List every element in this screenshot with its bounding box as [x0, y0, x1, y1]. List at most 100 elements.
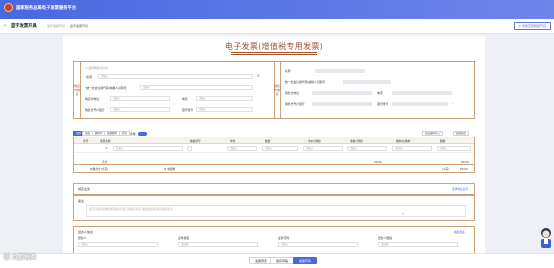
tax-included-toggle[interactable] — [138, 131, 147, 136]
buyer-bank-label: 购买方开户银行 — [85, 108, 105, 112]
invoice-title: 电子发票(增值税专用发票) — [224, 42, 324, 51]
batch-delete-button[interactable]: 批量删除 — [104, 131, 121, 136]
pen-icon[interactable]: ✎ — [402, 212, 404, 216]
seller-phone-label: 电话 — [377, 91, 383, 95]
issue-invoice-button[interactable]: 发票开具 — [293, 257, 318, 264]
import-code-button[interactable]: 商品编码导入 — [422, 131, 444, 136]
seller-address-value — [312, 91, 372, 95]
switch-mode-button[interactable]: ↻ 切换至原税控开具 — [513, 22, 551, 30]
grand-small-label: (小写) — [442, 167, 450, 171]
seller-address-label: 销售方地址 — [285, 91, 299, 95]
col-unit: 单位 — [230, 138, 236, 143]
total-tax: ¥0.00 — [461, 160, 469, 164]
row-name-input[interactable]: 请输入 — [113, 146, 183, 151]
app-title: 国家税务总局电子发票服务平台 — [16, 6, 77, 11]
row-qty-input[interactable]: 请输入 — [262, 146, 298, 151]
row-spec-input[interactable] — [187, 146, 192, 151]
total-label: 合计 — [102, 160, 108, 164]
table-header: 序号 项目名称 规格型号 单位 数量 单价(含税) 金额(含税) 税率/征收率 … — [74, 137, 474, 144]
seller-account-value — [392, 102, 448, 106]
seller-bank-value — [312, 102, 372, 106]
buyer-address-input[interactable]: 请输入 — [110, 96, 170, 101]
total-amount: ¥0.00 — [374, 160, 382, 164]
buyer-phone-label: 电话 — [182, 97, 188, 101]
seller-account-label: 银行账号 — [377, 102, 389, 106]
buyer-tag: 购买方信息 — [74, 62, 81, 118]
col-amount: 金额(含税) — [350, 138, 363, 143]
total-row: 合计 ¥0.00 ¥0.00 — [74, 153, 474, 165]
buyer-name-label: *名称 — [85, 75, 93, 79]
remark-title: 备注 — [78, 199, 85, 203]
collapse-link[interactable]: 收起更多 — [454, 230, 465, 234]
buyer-taxid-label: *统一社会信用代码/纳税人识别号 — [85, 86, 127, 90]
items-table: 序号 项目名称 规格型号 单位 数量 单价(含税) 金额(含税) 税率/征收率 … — [73, 137, 475, 173]
breadcrumb-item[interactable]: 蓝字发票开具 — [47, 24, 65, 28]
id-type-select[interactable]: 请选择 — [178, 242, 258, 247]
save-draft-button[interactable]: 保存草稿 — [270, 257, 295, 264]
table-row: 1 请输入 请输入 请输入 请输入 请输入 请选择 请输入 — [74, 144, 474, 153]
row-amount-input[interactable]: 请输入 — [347, 146, 387, 151]
id-number-input[interactable]: 请输入 — [278, 242, 358, 247]
special-business-title: 特定业务 — [78, 187, 91, 191]
party-section: 购买方信息 销售方信息 ☐ 选择购买方信息 *名称 请输入 ⊟ *统一社会信用代… — [73, 61, 475, 119]
col-no: 序号 — [83, 138, 89, 143]
special-business-section: 特定业务 选择特定业务 — [73, 183, 475, 195]
col-name: 项目名称 — [100, 138, 111, 143]
col-spec: 规格型号 — [190, 138, 201, 143]
special-business-link[interactable]: 选择特定业务 — [452, 187, 468, 191]
col-rate: 税率/征收率 — [396, 138, 411, 143]
id-type-label: 证件类型 — [178, 236, 190, 240]
buyer-taxid-input[interactable]: 请输入 — [140, 85, 253, 90]
seller-name-label: 名称 — [285, 69, 291, 73]
seller-phone-value — [392, 91, 452, 95]
arrow-left-icon[interactable]: ‹ — [4, 23, 6, 29]
row-no: 1 — [106, 146, 108, 150]
tax-included-label: 含税 — [130, 131, 136, 136]
seller-name-value — [315, 69, 365, 73]
assistant-avatar-icon[interactable] — [538, 226, 554, 250]
buyer-account-label: 银行账号 — [182, 108, 194, 112]
buyer-bank-input[interactable]: 请输入 — [110, 107, 170, 112]
col-tax: 税额 — [440, 138, 446, 143]
grand-total-label: 价税合计(大写) — [90, 167, 109, 171]
title-underline — [231, 53, 317, 55]
breadcrumb: 蓝字发票开具蓝字发票开具 — [47, 24, 88, 28]
remark-textarea[interactable]: 如开具发票需要在票面备注栏处打印相关信息,请在此处填写相关备注信息 — [86, 205, 466, 217]
grand-total-row: 价税合计(大写) ⊗ 零圆整 (小写) ¥0.00 — [74, 165, 474, 173]
col-qty: 数量 — [265, 138, 271, 143]
buyer-name-input[interactable]: 请输入 — [98, 74, 253, 79]
seller-tag: 销售方信息 — [274, 62, 281, 118]
grand-small-amount: ¥0.00 — [460, 167, 468, 171]
buyer-address-label: 购买方地址 — [85, 97, 99, 101]
id-number-label: 证件号码 — [278, 236, 290, 240]
operator-name-input[interactable]: 请输入 — [78, 242, 158, 247]
nationality-select[interactable]: 请选择 — [378, 242, 458, 247]
nationality-label: 经办人国籍 — [378, 236, 392, 240]
seller-taxid-label: 统一社会信用代码/纳税人识别号 — [285, 80, 326, 84]
select-goods-button[interactable]: 选择商品 — [453, 131, 470, 136]
buyer-select-checkbox[interactable]: ☐ 选择购买方信息 — [85, 66, 108, 70]
chevron-down-icon[interactable]: ⌄ — [452, 101, 454, 105]
action-bar: 发票预览 保存草稿 发票开具 — [0, 253, 554, 268]
sub-header: ‹ 蓝字发票开具 蓝字发票开具蓝字发票开具 ↻ 切换至原税控开具 — [0, 19, 554, 34]
invoice-paper: 电子发票(增值税专用发票) 购买方信息 销售方信息 ☐ 选择购买方信息 *名称 … — [63, 36, 485, 262]
top-bar: 国家税务总局电子发票服务平台 — [0, 0, 554, 19]
seller-bank-label: 销售方开户银行 — [285, 102, 305, 106]
seller-taxid-value — [343, 80, 391, 84]
row-tax-input[interactable]: 请输入 — [437, 146, 471, 151]
row-price-input[interactable]: 请输入 — [303, 146, 343, 151]
remark-section: 备注 如开具发票需要在票面备注栏处打印相关信息,请在此处填写相关备注信息 ✎ — [73, 195, 475, 221]
row-unit-input[interactable]: 请输入 — [227, 146, 257, 151]
buyer-lookup-icon[interactable]: ⊟ — [257, 74, 260, 78]
buyer-account-input[interactable]: 请输入 — [196, 107, 253, 112]
row-rate-select[interactable]: 请选择 — [392, 146, 432, 151]
breadcrumb-current: 蓝字发票开具 — [65, 24, 88, 28]
operator-name-label: 经办人 — [78, 236, 87, 240]
col-price: 单价(含税) — [308, 138, 321, 143]
discount-button[interactable]: 折扣 — [119, 131, 131, 136]
grand-total-words: ⊗ 零圆整 — [164, 167, 176, 171]
buyer-phone-input[interactable]: 请输入 — [196, 96, 253, 101]
page-title: 蓝字发票开具 — [11, 24, 37, 29]
operator-section: 经办人信息 收起更多 经办人 请输入 证件类型 请选择 证件号码 请输入 经办人… — [73, 226, 475, 256]
operator-title: 经办人信息 — [78, 230, 94, 234]
